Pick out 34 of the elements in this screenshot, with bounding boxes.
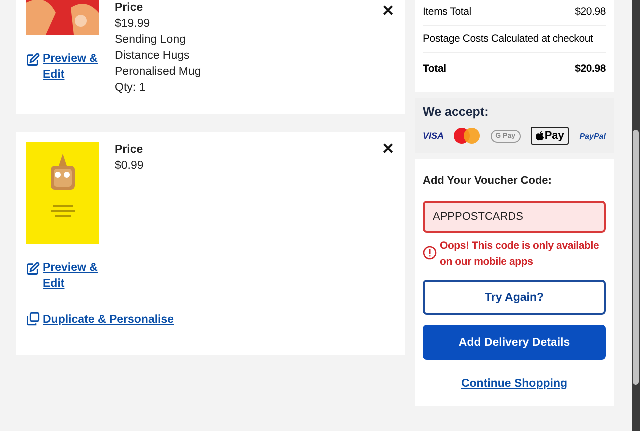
price-label: Price [115, 143, 144, 158]
price-value: $0.99 [115, 159, 144, 174]
continue-shopping-link[interactable]: Continue Shopping [461, 378, 568, 390]
copy-icon [26, 312, 40, 326]
item-detail: Peronalised Mug [115, 65, 202, 80]
price-label: Price [115, 1, 144, 16]
apple-pay-logo: Pay [530, 127, 570, 145]
summary-label: Total [423, 63, 446, 75]
summary-value: $20.98 [575, 63, 606, 75]
duplicate-personalise-link[interactable]: Duplicate & Personalise [43, 312, 174, 328]
error-icon [423, 246, 437, 260]
edit-icon [26, 53, 40, 67]
visa-logo: VISA [423, 131, 444, 141]
paypal-logo: PayPal [580, 132, 606, 140]
try-again-button[interactable]: Try Again? [423, 280, 606, 315]
error-message: Oops! This code is only available on our mobile apps [440, 239, 600, 270]
add-delivery-button[interactable]: Add Delivery Details [423, 325, 606, 360]
scrollbar[interactable] [632, 0, 640, 431]
summary-value: $20.98 [575, 6, 606, 18]
edit-icon [26, 262, 40, 276]
remove-button[interactable]: ✕ [382, 2, 395, 20]
summary-label: Items Total [423, 6, 472, 18]
mastercard-logo [454, 128, 480, 144]
price-value: $19.99 [115, 17, 152, 32]
item-detail: Sending Long [115, 33, 187, 48]
voucher-field[interactable]: APPPOSTCARDS [423, 201, 606, 233]
item-detail: Distance Hugs [115, 49, 191, 64]
item-detail: Qty: 1 [115, 81, 147, 96]
preview-edit-link[interactable]: Preview & Edit [43, 51, 99, 83]
remove-button[interactable]: ✕ [382, 140, 395, 158]
summary-label: Postage Costs Calculated at checkout [423, 33, 594, 45]
voucher-title: Add Your Voucher Code: [423, 175, 553, 187]
preview-edit-link[interactable]: Preview & Edit [43, 260, 99, 292]
payment-title: We accept: [423, 105, 490, 119]
